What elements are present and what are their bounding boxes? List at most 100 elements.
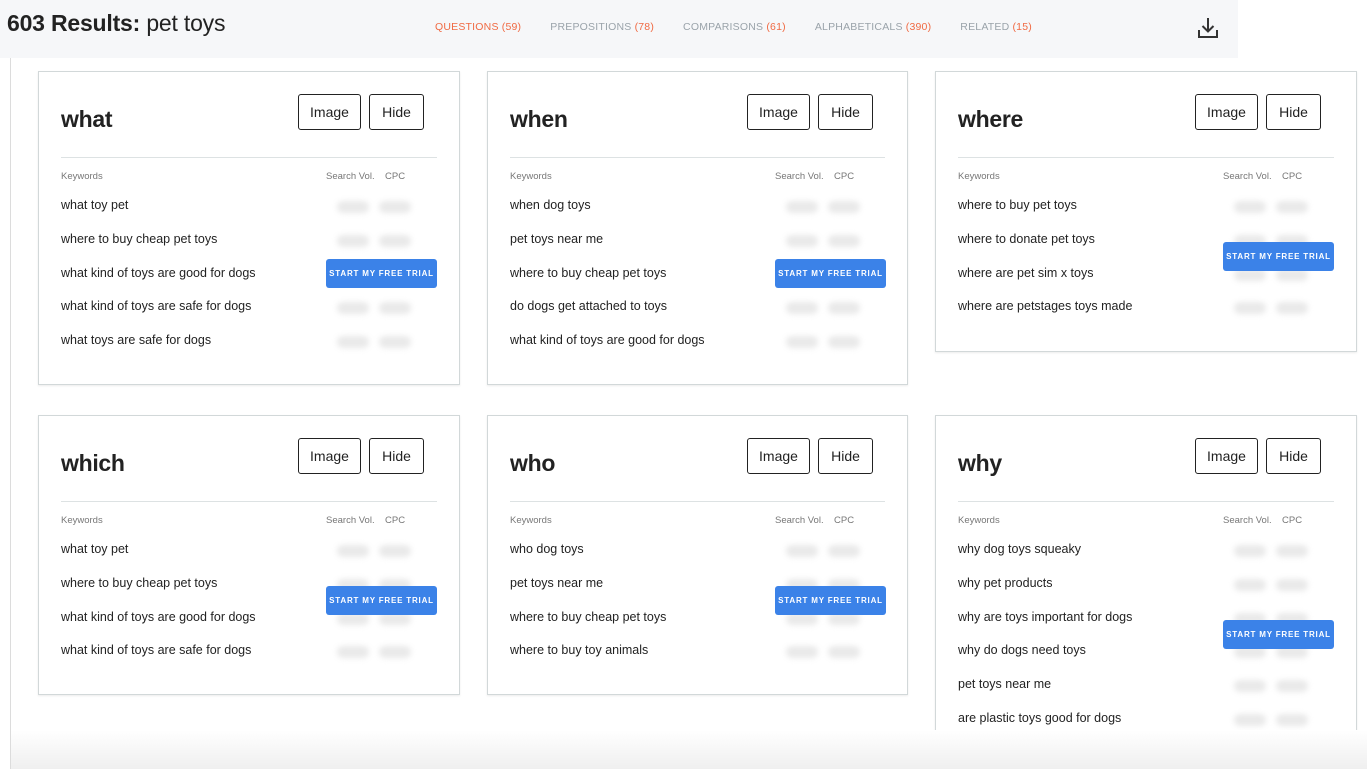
results-count: 603 Results: <box>7 10 141 36</box>
search-volume-header: Search Vol. <box>326 171 375 182</box>
tab-related[interactable]: RELATED (15) <box>960 21 1032 33</box>
keyword-row[interactable]: where to buy pet toys <box>958 198 1077 212</box>
image-button[interactable]: Image <box>747 438 810 474</box>
keyword-row[interactable]: what toy pet <box>61 198 128 212</box>
keyword-row[interactable]: where to buy cheap pet toys <box>61 232 217 246</box>
keywords-header: Keywords <box>958 515 1000 526</box>
keyword-row[interactable]: why pet products <box>958 576 1053 590</box>
card-which: which Image Hide Keywords Search Vol. CPC what… <box>38 415 460 695</box>
hide-button[interactable]: Hide <box>1266 438 1321 474</box>
tab-questions[interactable]: QUESTIONS (59) <box>435 21 521 33</box>
keyword-row[interactable]: where to buy cheap pet toys <box>61 576 217 590</box>
tab-label: ALPHABETICALS <box>814 21 903 33</box>
keyword-row[interactable]: where to donate pet toys <box>958 232 1095 246</box>
keyword-row[interactable]: do dogs get attached to toys <box>510 299 667 313</box>
hide-button[interactable]: Hide <box>818 94 873 130</box>
tab-label: RELATED <box>960 21 1010 33</box>
search-volume-placeholder <box>786 336 818 349</box>
tab-prepositions[interactable]: PREPOSITIONS (78) <box>550 21 654 33</box>
keyword-row[interactable]: who dog toys <box>510 542 584 556</box>
cpc-header: CPC <box>834 171 855 182</box>
keywords-header: Keywords <box>61 515 103 526</box>
tab-alphabeticals[interactable]: ALPHABETICALS (390) <box>815 21 931 33</box>
start-free-trial-button[interactable]: START MY FREE TRIAL <box>1223 619 1334 649</box>
keyword-row[interactable]: what toy pet <box>61 542 128 556</box>
keyword-row[interactable]: where are pet sim x toys <box>958 266 1093 280</box>
hide-button[interactable]: Hide <box>818 438 873 474</box>
results-header: 603 Results: pet toys QUESTIONS (59) PREP… <box>0 0 1238 58</box>
image-button[interactable]: Image <box>1195 94 1258 130</box>
keyword-row[interactable]: where to buy cheap pet toys <box>510 266 666 280</box>
tab-count: (61) <box>766 21 786 33</box>
search-volume-header: Search Vol. <box>775 515 824 526</box>
search-volume-placeholder <box>337 234 369 247</box>
cpc-placeholder <box>379 336 411 349</box>
keyword-row[interactable]: are plastic toys good for dogs <box>958 711 1121 725</box>
tab-count: (78) <box>634 21 655 33</box>
hide-button[interactable]: Hide <box>369 94 424 130</box>
keyword-row[interactable]: pet toys near me <box>958 677 1051 691</box>
image-button[interactable]: Image <box>298 438 361 474</box>
keyword-row[interactable]: what kind of toys are safe for dogs <box>61 299 251 313</box>
keyword-row[interactable]: what kind of toys are good for dogs <box>61 266 256 280</box>
search-volume-placeholder <box>337 545 369 557</box>
divider <box>958 157 1334 158</box>
tab-comparisons[interactable]: COMPARISONS (61) <box>683 21 786 33</box>
search-volume-placeholder <box>786 201 818 213</box>
divider <box>510 501 885 502</box>
cpc-header: CPC <box>1282 515 1303 526</box>
hide-button[interactable]: Hide <box>1266 94 1321 130</box>
cpc-placeholder <box>379 302 411 315</box>
card-why: why Image Hide Keywords Search Vol. CPC why do… <box>935 415 1357 762</box>
search-volume-header: Search Vol. <box>1223 171 1272 182</box>
search-volume-placeholder <box>1234 545 1266 557</box>
search-volume-header: Search Vol. <box>326 515 375 526</box>
keyword-row[interactable]: when dog toys <box>510 198 591 212</box>
search-volume-placeholder <box>1234 578 1266 591</box>
keyword-row[interactable]: why are toys important for dogs <box>958 610 1132 624</box>
download-icon[interactable] <box>1197 16 1219 40</box>
cpc-header: CPC <box>834 515 855 526</box>
keyword-row[interactable]: pet toys near me <box>510 232 603 246</box>
keyword-row[interactable]: why do dogs need toys <box>958 643 1086 657</box>
keyword-row[interactable]: where are petstages toys made <box>958 299 1132 313</box>
image-button[interactable]: Image <box>298 94 361 130</box>
start-free-trial-button[interactable]: START MY FREE TRIAL <box>775 258 886 288</box>
cpc-placeholder <box>379 646 411 659</box>
content-left-border <box>10 58 11 769</box>
cpc-header: CPC <box>385 171 406 182</box>
search-volume-placeholder <box>1234 680 1266 693</box>
keyword-row[interactable]: where to buy toy animals <box>510 643 648 657</box>
search-volume-placeholder <box>337 646 369 659</box>
bottom-fade <box>11 730 1367 769</box>
keyword-row[interactable]: what toys are safe for dogs <box>61 333 211 347</box>
start-free-trial-button[interactable]: START MY FREE TRIAL <box>1223 241 1334 271</box>
keyword-row[interactable]: what kind of toys are good for dogs <box>510 333 705 347</box>
start-free-trial-button[interactable]: START MY FREE TRIAL <box>326 585 437 615</box>
cpc-placeholder <box>1276 302 1308 315</box>
search-volume-header: Search Vol. <box>1223 515 1272 526</box>
keyword-row[interactable]: pet toys near me <box>510 576 603 590</box>
hide-button[interactable]: Hide <box>369 438 424 474</box>
cpc-placeholder <box>1276 714 1308 726</box>
tab-count: (59) <box>501 21 522 33</box>
card-title: where <box>958 106 1023 132</box>
cpc-placeholder <box>1276 680 1308 693</box>
keyword-row[interactable]: what kind of toys are good for dogs <box>61 610 256 624</box>
start-free-trial-button[interactable]: START MY FREE TRIAL <box>326 258 437 288</box>
card-title: which <box>61 450 125 476</box>
search-volume-placeholder <box>786 545 818 557</box>
search-query: pet toys <box>146 10 226 36</box>
keyword-row[interactable]: why dog toys squeaky <box>958 542 1081 556</box>
keyword-row[interactable]: what kind of toys are safe for dogs <box>61 643 251 657</box>
start-free-trial-button[interactable]: START MY FREE TRIAL <box>775 585 886 615</box>
search-volume-placeholder <box>1234 714 1266 726</box>
image-button[interactable]: Image <box>1195 438 1258 474</box>
keyword-row[interactable]: where to buy cheap pet toys <box>510 610 666 624</box>
image-button[interactable]: Image <box>747 94 810 130</box>
tab-label: PREPOSITIONS <box>550 21 632 33</box>
search-volume-placeholder <box>786 646 818 659</box>
cpc-placeholder <box>828 336 860 349</box>
search-volume-placeholder <box>786 234 818 247</box>
cpc-header: CPC <box>385 515 406 526</box>
